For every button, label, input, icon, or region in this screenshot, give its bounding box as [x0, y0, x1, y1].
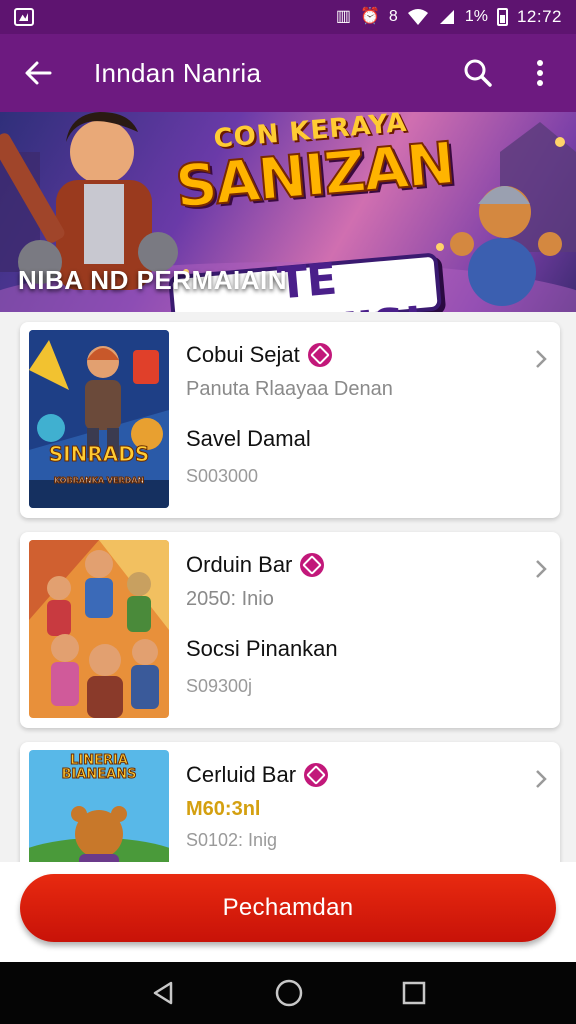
game-thumbnail: [29, 540, 169, 718]
app-bar: Inndan Nanria: [0, 34, 576, 112]
more-vert-icon: [537, 60, 543, 86]
back-arrow-icon: [25, 61, 52, 85]
back-button[interactable]: [18, 53, 58, 93]
system-nav-bar: [0, 962, 576, 1024]
battery-icon: [496, 8, 508, 26]
sync-icon: 8: [388, 8, 398, 25]
item-name: Socsi Pinankan: [186, 636, 338, 661]
nav-recents-icon[interactable]: [401, 980, 427, 1006]
status-bar: ▥ ⏰ 8 1% 12:72: [0, 0, 576, 34]
thumbnail-subtitle: KOBRANKA VERDAN: [53, 476, 145, 486]
search-button[interactable]: [460, 55, 496, 91]
chevron-right-icon: [536, 560, 547, 578]
chevron-right-icon: [536, 770, 547, 788]
verified-badge-icon: [300, 553, 325, 577]
thumbnail-art: [29, 540, 169, 718]
item-title: Orduin Bar: [186, 552, 293, 577]
item-value: S09300j: [186, 676, 253, 696]
vibrate-icon: ▥: [335, 8, 351, 25]
verified-badge-icon: [307, 343, 332, 367]
thumbnail-title: SINRADS: [48, 442, 150, 467]
game-list: SINRADS KOBRANKA VERDAN Cobui Sejat Panu…: [20, 322, 560, 886]
item-subtitle: 2050: Inio: [186, 588, 274, 610]
battery-percent: 1%: [464, 8, 488, 25]
item-name: Savel Damal: [186, 426, 311, 451]
game-thumbnail: LINERIA BIANEANS: [29, 750, 169, 872]
list-item[interactable]: LINERIA BIANEANS Cerluid Bar M60:3nl S01…: [20, 742, 560, 872]
item-title: Cerluid Bar: [186, 762, 297, 787]
primary-action-button[interactable]: Pechamdan: [20, 874, 556, 942]
game-thumbnail: SINRADS KOBRANKA VERDAN: [29, 330, 169, 508]
list-item[interactable]: Orduin Bar 2050: Inio Socsi Pinankan S09…: [20, 532, 560, 728]
item-value: S0102: Inig: [186, 830, 278, 850]
nav-back-icon[interactable]: [149, 979, 177, 1007]
nav-home-icon[interactable]: [274, 978, 304, 1008]
item-subtitle: Panuta Rlaayaa Denan: [186, 378, 393, 400]
chevron-right-icon: [536, 350, 547, 368]
search-icon: [464, 59, 492, 87]
item-subtitle: M60:3nl: [186, 798, 261, 820]
signal-icon: [439, 10, 454, 24]
thumbnail-title: LINERIA BIANEANS: [61, 753, 137, 782]
promo-banner[interactable]: CON KERAYA SANIZAN TE RYAANIS! NIBA ND P…: [0, 112, 576, 312]
item-title: Cobui Sejat: [186, 342, 300, 367]
status-time: 12:72: [516, 7, 562, 26]
bottom-action-area: Pechamdan: [0, 862, 576, 962]
banner-caption: NIBA ND PERMAIAIN: [18, 265, 287, 295]
wifi-icon: [407, 9, 428, 25]
page-title: Inndan Nanria: [94, 57, 262, 88]
item-value: S003000: [186, 466, 259, 486]
app-notification-icon: [14, 8, 34, 26]
more-options-button[interactable]: [522, 55, 558, 91]
list-item[interactable]: SINRADS KOBRANKA VERDAN Cobui Sejat Panu…: [20, 322, 560, 518]
verified-badge-icon: [304, 763, 329, 787]
alarm-icon: ⏰: [360, 8, 380, 25]
